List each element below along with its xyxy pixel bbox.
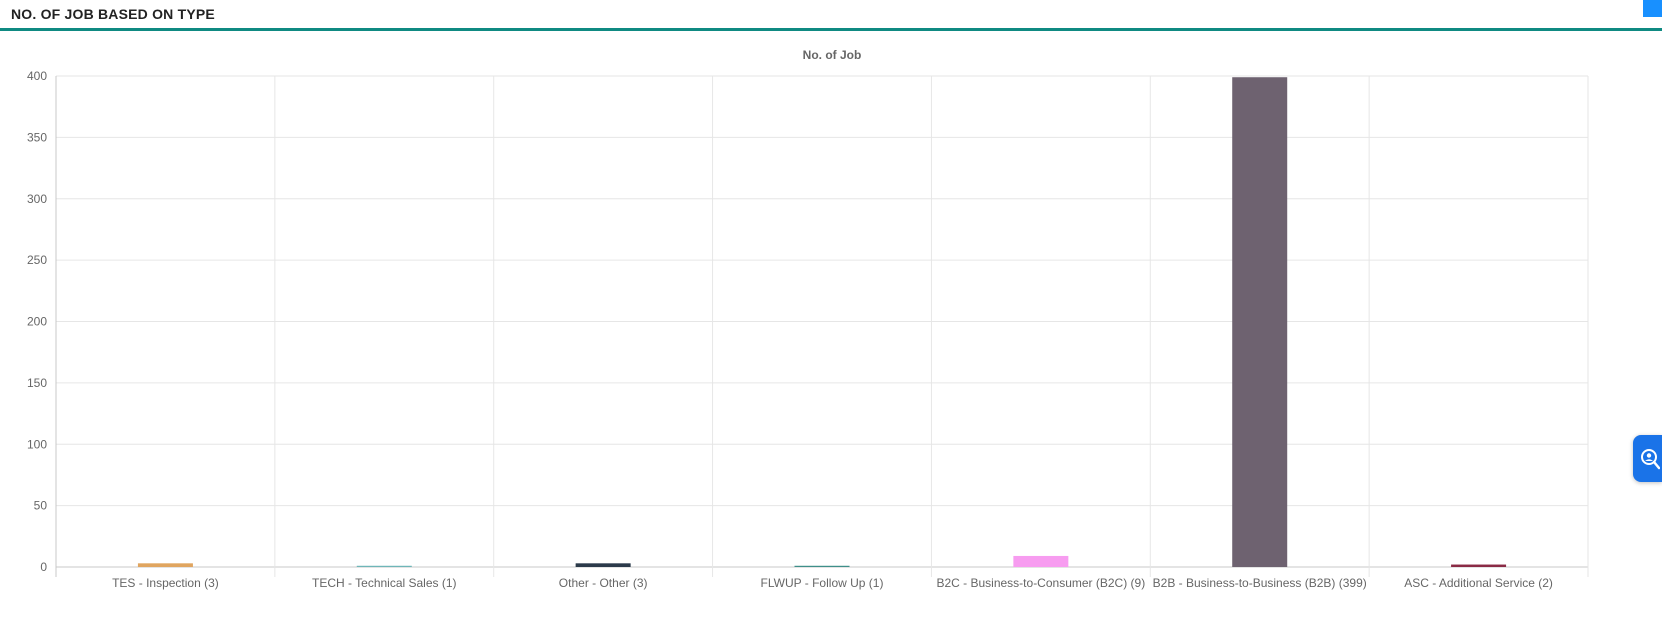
bar[interactable] [1013,555,1069,567]
help-widget[interactable] [1633,435,1662,482]
y-tick-label: 300 [27,192,47,206]
panel-header: NO. OF JOB BASED ON TYPE [0,0,1662,31]
grid-lines [55,75,1589,577]
y-tick-label: 400 [27,69,47,83]
y-axis-ticks: 0 50 100 150 200 250 300 350 400 [27,69,47,574]
y-tick-label: 250 [27,253,47,267]
y-tick-label: 150 [27,376,47,390]
y-tick-label: 350 [27,130,47,144]
chart-title: No. of Job [803,48,862,62]
x-tick-label: TES - Inspection (3) [112,576,219,590]
bar[interactable] [137,563,193,567]
bars [137,77,1507,567]
bar[interactable] [794,565,850,567]
x-tick-label: ASC - Additional Service (2) [1404,576,1553,590]
y-tick-label: 50 [34,499,48,513]
x-tick-label: Other - Other (3) [559,576,648,590]
x-tick-label: FLWUP - Follow Up (1) [761,576,884,590]
x-tick-label: B2C - Business-to-Consumer (B2C) (9) [936,576,1145,590]
corner-tab[interactable] [1643,0,1662,17]
y-tick-label: 100 [27,437,47,451]
bar[interactable] [356,565,412,567]
x-axis-labels: TES - Inspection (3) TECH - Technical Sal… [112,576,1553,590]
x-tick-label: B2B - Business-to-Business (B2B) (399) [1153,576,1367,590]
support-search-icon [1641,448,1660,469]
x-tick-label: TECH - Technical Sales (1) [312,576,457,590]
bar[interactable] [1451,564,1507,567]
panel-title: NO. OF JOB BASED ON TYPE [11,6,215,22]
y-tick-label: 200 [27,315,47,329]
bar[interactable] [1232,77,1288,567]
bar-chart: No. of Job 0 50 100 150 200 250 300 350 400 TES … [0,34,1662,618]
y-tick-label: 0 [40,560,47,574]
chart-svg: No. of Job 0 50 100 150 200 250 300 350 400 TES … [27,48,1589,590]
bar[interactable] [575,563,631,567]
